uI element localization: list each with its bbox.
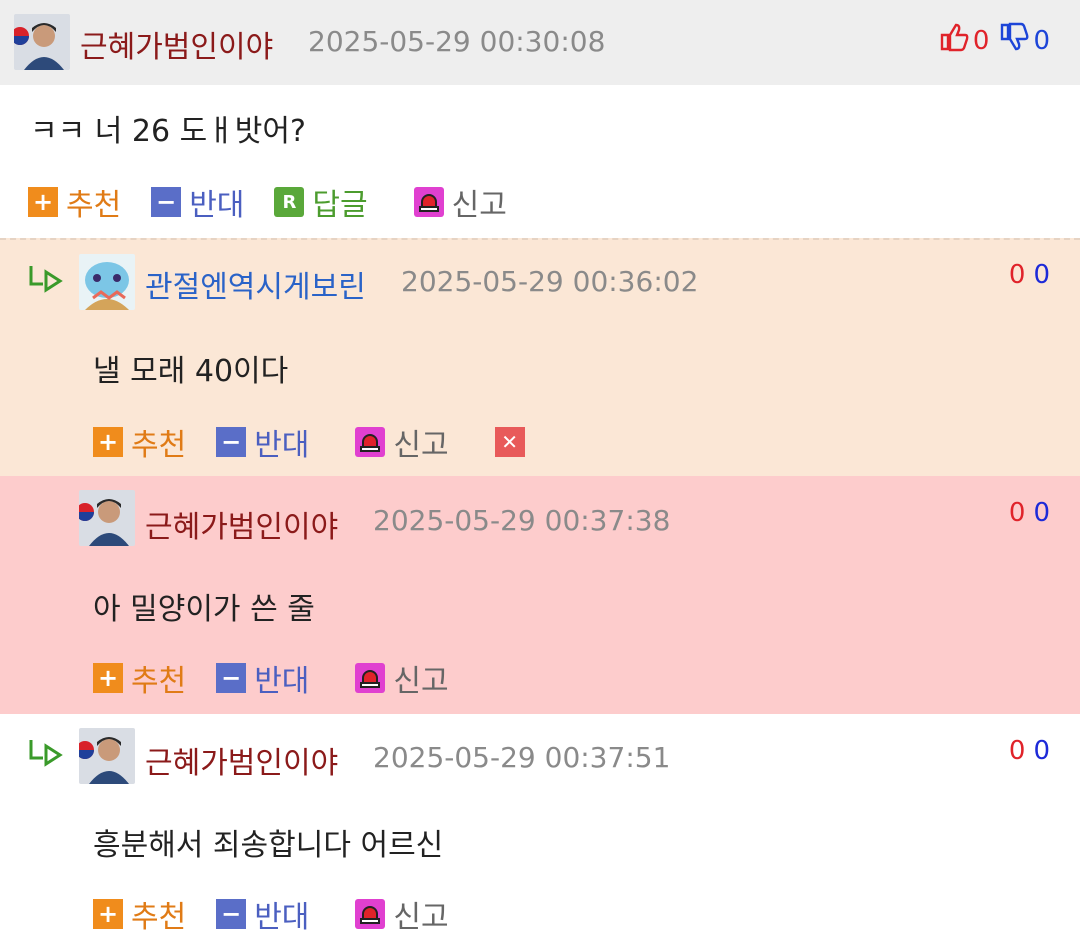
plus-icon: +: [28, 187, 58, 217]
thumbs-up-icon[interactable]: [939, 22, 969, 59]
nickname[interactable]: 근혜가범인이야: [80, 22, 273, 66]
comment-date: 2025-05-29 00:37:38: [373, 504, 671, 537]
downvote-count[interactable]: 0: [1033, 736, 1050, 766]
upvote-count[interactable]: 0: [1009, 260, 1026, 290]
comment-date: 2025-05-29 00:37:51: [373, 741, 671, 774]
reply-item: 근혜가범인이야 2025-05-29 00:37:38 0 0 아 밀양이가 쓴…: [0, 476, 1080, 714]
report-button[interactable]: 신고: [413, 180, 507, 224]
reply-icon: R: [274, 187, 305, 217]
minus-icon: −: [216, 663, 247, 693]
nickname[interactable]: 관절엔역시게보린: [145, 262, 366, 306]
minus-icon: −: [216, 427, 247, 457]
reply-arrow-icon: [29, 266, 63, 293]
recommend-button[interactable]: + 추천: [93, 420, 186, 464]
report-button[interactable]: 신고: [355, 420, 449, 464]
downvote-count[interactable]: 0: [1033, 260, 1050, 290]
comment-date: 2025-05-29 00:30:08: [308, 25, 606, 58]
recommend-label: 추천: [131, 428, 187, 463]
minus-icon: −: [216, 899, 247, 929]
comment-text: 낼 모래 40이다: [93, 354, 289, 389]
recommend-button[interactable]: + 추천: [93, 892, 186, 936]
delete-button[interactable]: ✕: [494, 427, 533, 457]
comment-actions: + 추천 − 반대 신고 ✕: [93, 420, 563, 464]
oppose-label: 반대: [254, 664, 310, 699]
nickname[interactable]: 근혜가범인이야: [145, 738, 338, 782]
reply-item: 근혜가범인이야 2025-05-29 00:37:51 0 0 흥분해서 죄송합…: [0, 714, 1080, 941]
siren-icon: [413, 187, 444, 217]
nickname[interactable]: 근혜가범인이야: [145, 502, 338, 546]
comment-item: 근혜가범인이야 2025-05-29 00:30:08 0 0 ㅋㅋ 너 26 …: [0, 0, 1080, 238]
reply-button[interactable]: R 답글: [274, 180, 368, 224]
report-label: 신고: [393, 664, 449, 699]
close-icon: ✕: [494, 427, 525, 457]
comment-actions: + 추천 − 반대 신고: [93, 892, 479, 936]
oppose-label: 반대: [254, 900, 310, 935]
vote-counts: 0 0: [1009, 736, 1050, 766]
oppose-button[interactable]: − 반대: [216, 892, 309, 936]
report-button[interactable]: 신고: [355, 656, 449, 700]
reply-arrow-icon: [29, 740, 63, 767]
thumbs-down-icon[interactable]: [999, 22, 1029, 59]
oppose-label: 반대: [189, 188, 245, 223]
plus-icon: +: [93, 427, 123, 457]
report-label: 신고: [393, 900, 449, 935]
avatar[interactable]: [79, 728, 135, 784]
siren-icon: [355, 899, 386, 929]
comment-text: ㅋㅋ 너 26 도ㅐ밧어?: [30, 114, 306, 149]
avatar[interactable]: [79, 490, 135, 546]
comment-actions: + 추천 − 반대 R 답글 신고: [28, 180, 537, 224]
upvote-count: 0: [972, 25, 990, 56]
comment-date: 2025-05-29 00:36:02: [401, 265, 699, 298]
minus-icon: −: [151, 187, 182, 217]
siren-icon: [355, 663, 386, 693]
oppose-label: 반대: [254, 428, 310, 463]
oppose-button[interactable]: − 반대: [216, 656, 309, 700]
vote-counts: 0 0: [939, 22, 1050, 59]
vote-counts: 0 0: [1009, 498, 1050, 528]
avatar[interactable]: [79, 254, 135, 310]
recommend-button[interactable]: + 추천: [28, 180, 121, 224]
comment-text: 흥분해서 죄송합니다 어르신: [93, 828, 444, 863]
comment-text: 아 밀양이가 쓴 줄: [93, 592, 315, 627]
recommend-label: 추천: [66, 188, 122, 223]
downvote-count: 0: [1033, 25, 1050, 56]
upvote-count[interactable]: 0: [1009, 498, 1026, 528]
reply-label: 답글: [312, 188, 368, 223]
plus-icon: +: [93, 899, 123, 929]
siren-icon: [355, 427, 386, 457]
comment-header: 근혜가범인이야 2025-05-29 00:30:08 0 0: [0, 0, 1080, 85]
comment-actions: + 추천 − 반대 신고: [93, 656, 479, 700]
oppose-button[interactable]: − 반대: [151, 180, 244, 224]
recommend-label: 추천: [131, 664, 187, 699]
oppose-button[interactable]: − 반대: [216, 420, 309, 464]
avatar[interactable]: [14, 14, 70, 70]
reply-item: 관절엔역시게보린 2025-05-29 00:36:02 0 0 낼 모래 40…: [0, 238, 1080, 476]
report-label: 신고: [393, 428, 449, 463]
upvote-count[interactable]: 0: [1009, 736, 1026, 766]
report-label: 신고: [451, 188, 507, 223]
vote-counts: 0 0: [1009, 260, 1050, 290]
recommend-button[interactable]: + 추천: [93, 656, 186, 700]
recommend-label: 추천: [131, 900, 187, 935]
downvote-count[interactable]: 0: [1033, 498, 1050, 528]
report-button[interactable]: 신고: [355, 892, 449, 936]
plus-icon: +: [93, 663, 123, 693]
